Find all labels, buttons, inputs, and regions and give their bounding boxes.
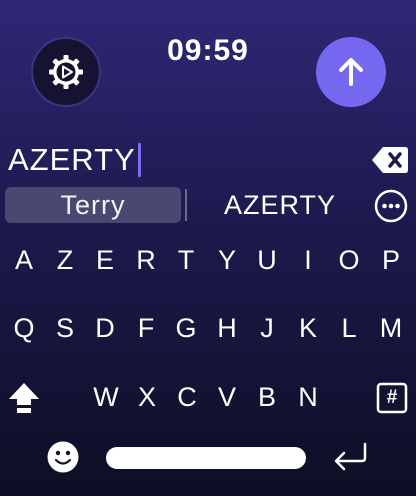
space-bar[interactable] [106,447,306,469]
key-f[interactable]: F [126,306,166,350]
shift-icon [9,383,39,413]
ellipsis-icon [374,189,408,223]
backspace-icon [372,147,408,173]
key-w[interactable]: W [86,375,126,419]
key-p[interactable]: P [371,238,411,282]
key-x[interactable]: X [127,375,167,419]
key-u[interactable]: U [247,238,287,282]
backspace-button[interactable] [371,146,409,174]
suggestion-divider [185,189,187,221]
key-j[interactable]: J [247,306,287,350]
key-b[interactable]: B [247,375,287,419]
key-i[interactable]: I [288,238,328,282]
key-o[interactable]: O [329,238,369,282]
key-l[interactable]: L [329,306,369,350]
key-t[interactable]: T [166,238,206,282]
return-icon [334,442,367,471]
key-d[interactable]: D [85,306,125,350]
suggestion-item[interactable]: AZERTY [200,187,360,223]
symbols-key[interactable]: # [372,378,412,418]
input-text: AZERTY [8,142,136,177]
key-a[interactable]: A [4,238,44,282]
emoji-button[interactable] [44,438,82,476]
suggestion-selected[interactable]: Terry [5,187,181,223]
key-s[interactable]: S [45,306,85,350]
key-e[interactable]: E [85,238,125,282]
key-c[interactable]: C [167,375,207,419]
key-n[interactable]: N [288,375,328,419]
key-h[interactable]: H [207,306,247,350]
key-k[interactable]: K [288,306,328,350]
send-button[interactable] [316,37,386,107]
more-suggestions-button[interactable] [374,189,408,223]
key-q[interactable]: Q [4,306,44,350]
shift-key[interactable] [4,376,44,420]
return-button[interactable] [330,438,370,476]
key-z[interactable]: Z [45,238,85,282]
key-m[interactable]: M [371,306,411,350]
text-cursor [137,143,141,177]
text-input[interactable]: AZERTY [8,140,141,180]
key-y[interactable]: Y [207,238,247,282]
emoji-icon [47,441,79,473]
key-v[interactable]: V [207,375,247,419]
symbols-label: # [386,387,398,408]
arrow-up-icon [339,58,363,86]
key-g[interactable]: G [166,306,206,350]
key-r[interactable]: R [126,238,166,282]
